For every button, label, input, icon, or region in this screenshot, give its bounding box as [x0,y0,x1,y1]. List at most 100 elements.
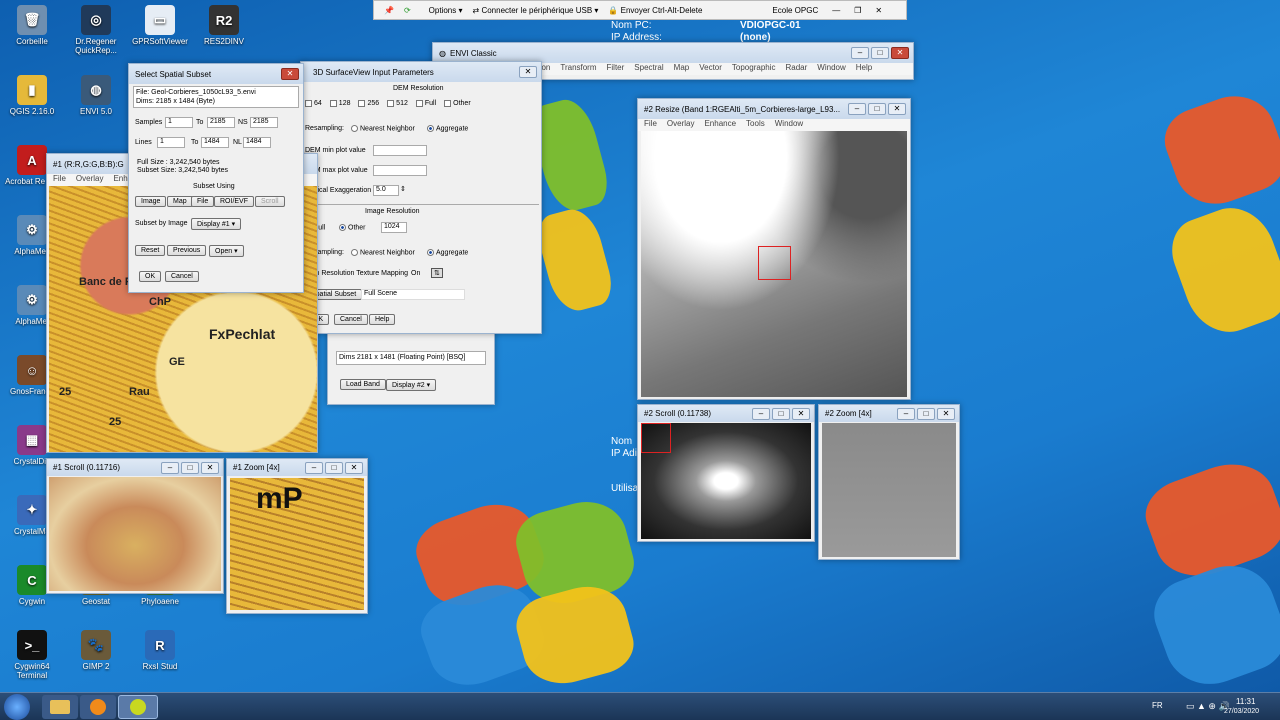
resolution-option[interactable]: Other [444,100,471,107]
other-resolution-input[interactable]: 1024 [381,222,407,233]
toggle-icon[interactable]: ⇅ [431,268,443,278]
lines-from-input[interactable]: 1 [157,137,185,148]
options-menu[interactable]: Options ▾ [429,6,463,15]
close-icon[interactable]: ✕ [345,461,363,474]
resolution-option[interactable]: 128 [329,100,350,107]
menu-item[interactable]: Radar [786,63,808,75]
close-icon[interactable]: ✕ [792,407,810,420]
refresh-icon[interactable]: ⟳ [404,6,411,15]
reset-button[interactable]: Reset [135,245,166,256]
cancel-button[interactable]: Cancel [165,271,199,282]
nl-input[interactable]: 1484 [243,137,271,148]
display-select[interactable]: Display #2 ▾ [386,379,437,391]
scroll-button[interactable]: Scroll [255,196,285,207]
image-button[interactable]: Image [135,196,167,207]
minimize-icon[interactable]: – [897,407,915,420]
desktop-icon[interactable]: ▭ GPRSoftViewer [128,5,192,46]
resolution-option[interactable]: 512 [387,100,408,107]
menu-item[interactable]: Help [856,63,872,75]
help-button[interactable]: Help [369,314,396,325]
close-icon[interactable]: ✕ [281,68,299,80]
restore-icon[interactable]: ❐ [854,6,861,15]
envi-taskbar-icon[interactable] [118,695,158,719]
clock-date[interactable]: 27/03/2020 [1224,708,1259,715]
menu-item[interactable]: Map [674,63,690,75]
menu-item[interactable]: Window [817,63,845,75]
maximize-icon[interactable]: □ [871,47,889,59]
dem-max-input[interactable] [373,165,427,176]
samples-to-input[interactable]: 2185 [207,117,235,128]
media-player-taskbar-icon[interactable] [80,695,116,719]
desktop-icon[interactable]: ◎ Dr.Regener QuickRep... [64,5,128,55]
desktop-icon[interactable]: R RxsI Stud [128,630,192,671]
menu-item[interactable]: Window [775,119,803,131]
minimize-icon[interactable]: – [752,407,770,420]
ns-input[interactable]: 2185 [250,117,278,128]
close-icon[interactable]: ✕ [519,66,537,78]
nearest-radio[interactable]: Nearest Neighbor [351,125,415,132]
menu-item[interactable]: Overlay [667,119,695,131]
minimize-icon[interactable]: – [851,47,869,59]
nearest-radio-2[interactable]: Nearest Neighbor [351,249,415,256]
display-select[interactable]: Display #1 ▾ [191,218,242,230]
menu-item[interactable]: Overlay [76,174,104,186]
menu-item[interactable]: Spectral [634,63,663,75]
start-button[interactable] [4,694,30,720]
other-radio[interactable]: Other [339,224,366,231]
send-ctrl-alt-del[interactable]: 🔒 Envoyer Ctrl-Alt-Delete [608,6,702,15]
ok-button[interactable]: OK [139,271,162,282]
menu-item[interactable]: Transform [560,63,596,75]
lines-to-input[interactable]: 1484 [201,137,229,148]
close-icon[interactable]: ✕ [937,407,955,420]
menu-item[interactable]: Topographic [732,63,776,75]
aggregate-radio[interactable]: Aggregate [427,125,468,132]
close-icon[interactable]: ✕ [891,47,909,59]
maximize-icon[interactable]: □ [325,461,343,474]
desktop-icon[interactable]: >_ Cygwin64 Terminal [0,630,64,680]
maximize-icon[interactable]: □ [868,103,886,115]
desktop-icon[interactable]: ◍ ENVI 5.0 [64,75,128,116]
language-indicator[interactable]: FR [1152,701,1163,710]
resolution-option[interactable]: Full [415,100,436,107]
maximize-icon[interactable]: □ [772,407,790,420]
menu-item[interactable]: Filter [607,63,625,75]
aggregate-radio-2[interactable]: Aggregate [427,249,468,256]
desktop-icon[interactable]: ▮ QGIS 2.16.0 [0,75,64,116]
scroll-box[interactable] [641,423,671,453]
clock-time[interactable]: 11:31 [1236,697,1255,706]
stepper-icon[interactable]: ⇕ [400,185,406,193]
minimize-icon[interactable]: – [305,461,323,474]
menu-item[interactable]: Tools [746,119,765,131]
minimize-icon[interactable]: — [832,6,840,15]
zoom-box[interactable] [758,246,791,280]
dem-min-input[interactable] [373,145,427,156]
maximize-icon[interactable]: □ [917,407,935,420]
menu-item[interactable]: File [644,119,657,131]
close-icon[interactable]: ✕ [875,6,882,15]
vexag-input[interactable]: 5.0 [373,185,399,196]
samples-from-input[interactable]: 1 [165,117,193,128]
menu-item[interactable]: File [53,174,66,186]
close-icon[interactable]: ✕ [201,461,219,474]
map-button[interactable]: Map [167,196,193,207]
zoom1-image[interactable]: mP [230,478,364,610]
previous-button[interactable]: Previous [167,245,207,256]
minimize-icon[interactable]: – [161,461,179,474]
menu-item[interactable]: Enhance [704,119,736,131]
minimize-icon[interactable]: – [848,103,866,115]
scroll2-image[interactable] [641,423,811,539]
roi-evf-button[interactable]: ROI/EVF [214,196,255,207]
dem-grayscale-image[interactable] [641,131,907,397]
file-button[interactable]: File [191,196,215,207]
load-band-button[interactable]: Load Band [340,379,386,390]
close-icon[interactable]: ✕ [888,103,906,115]
resolution-option[interactable]: 256 [358,100,379,107]
desktop-icon[interactable]: R2 RES2DINV [192,5,256,46]
zoom2-image[interactable] [822,423,956,557]
desktop-icon[interactable]: 🐾 GIMP 2 [64,630,128,671]
explorer-taskbar-icon[interactable] [42,695,78,719]
usb-connect-menu[interactable]: ⇄ Connecter le périphérique USB ▾ [473,6,599,15]
scroll1-image[interactable] [49,477,221,591]
cancel-button[interactable]: Cancel [334,314,368,325]
pin-icon[interactable]: 📌 [384,6,394,15]
